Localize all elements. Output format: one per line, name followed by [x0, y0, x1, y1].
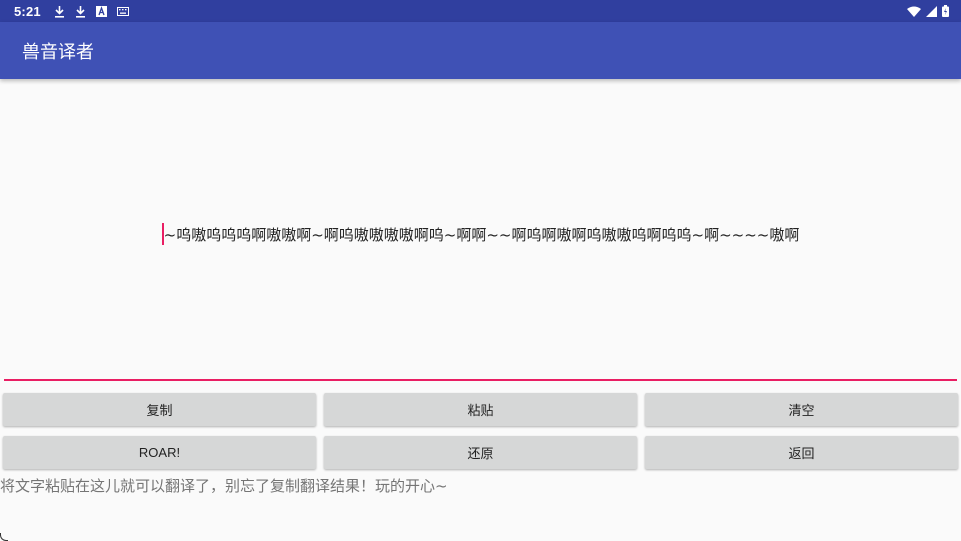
- main-content: ~呜嗷呜呜呜啊嗷嗷啊~啊呜嗷嗷嗷嗷啊呜~啊啊~~啊呜啊嗷啊呜嗷嗷呜啊呜呜~啊~~…: [0, 79, 961, 541]
- paste-button[interactable]: 粘贴: [324, 393, 637, 426]
- roar-button[interactable]: ROAR!: [3, 436, 316, 469]
- status-bar: 5:21: [0, 0, 961, 22]
- download-icon: [75, 4, 87, 18]
- input-text: ~呜嗷呜呜呜啊嗷嗷啊~啊呜嗷嗷嗷嗷啊呜~啊啊~~啊呜啊嗷啊呜嗷嗷呜啊呜呜~啊~~…: [163, 226, 800, 244]
- signal-icon: [925, 4, 937, 18]
- battery-icon: [941, 4, 949, 18]
- status-left: 5:21: [14, 4, 129, 19]
- clear-button[interactable]: 清空: [645, 393, 958, 426]
- restore-button[interactable]: 还原: [324, 436, 637, 469]
- hint-text: 将文字粘贴在这儿就可以翻译了，别忘了复制翻译结果！玩的开心~: [0, 477, 448, 495]
- copy-button[interactable]: 复制: [3, 393, 316, 426]
- status-time: 5:21: [14, 3, 41, 19]
- font-icon: [96, 4, 108, 18]
- text-input-value[interactable]: ~呜嗷呜呜呜啊嗷嗷啊~啊呜嗷嗷嗷嗷啊呜~啊啊~~啊呜啊嗷啊呜嗷嗷呜啊呜呜~啊~~…: [4, 223, 957, 245]
- app-bar: 兽音译者: [0, 22, 961, 79]
- back-button[interactable]: 返回: [645, 436, 958, 469]
- wifi-icon: [907, 4, 921, 18]
- download-icon: [54, 4, 66, 18]
- keyboard-icon: [116, 4, 129, 18]
- status-right: [907, 4, 949, 18]
- app-title: 兽音译者: [22, 41, 94, 63]
- text-input[interactable]: ~呜嗷呜呜呜啊嗷嗷啊~啊呜嗷嗷嗷嗷啊呜~啊啊~~啊呜啊嗷啊呜嗷嗷呜啊呜呜~啊~~…: [4, 79, 957, 381]
